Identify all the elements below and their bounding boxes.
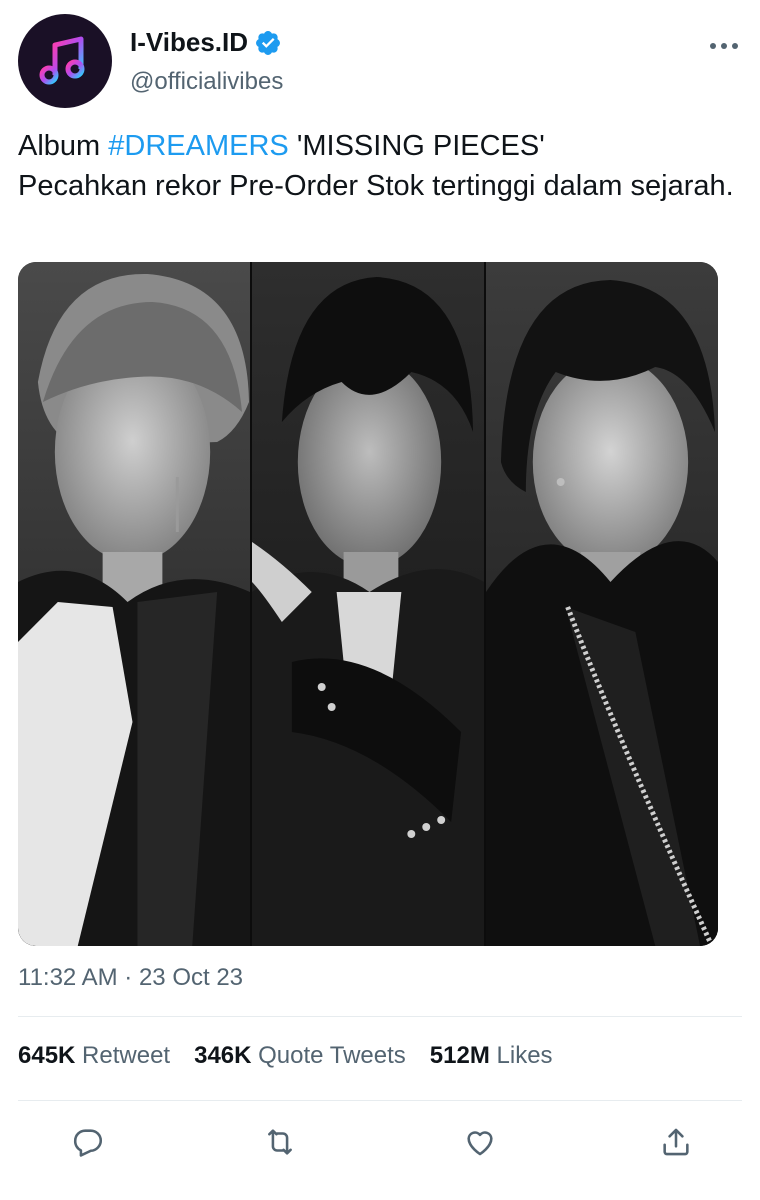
like-icon [467, 1131, 493, 1156]
more-options-button[interactable] [702, 28, 746, 64]
reply-icon [73, 1129, 103, 1157]
engagement-stats: 645K Retweet 346K Quote Tweets 512M Like… [18, 1042, 553, 1070]
share-icon [663, 1128, 689, 1156]
stat-quote-tweets[interactable]: 346K Quote Tweets [194, 1042, 406, 1070]
tweet-text-prefix: Album [18, 130, 109, 162]
handle[interactable]: @officialivibes [130, 68, 283, 96]
stat-label: Quote Tweets [258, 1042, 406, 1069]
stat-label: Retweet [82, 1042, 171, 1069]
portrait-panel-1 [18, 262, 252, 946]
portrait-panel-2 [252, 262, 486, 946]
stat-retweets[interactable]: 645K Retweet [18, 1042, 170, 1070]
share-button[interactable] [658, 1124, 694, 1160]
hashtag-link[interactable]: #DREAMERS [108, 130, 289, 162]
tweet-text: Album #DREAMERS 'MISSING PIECES' Pecahka… [18, 126, 753, 206]
divider-top [18, 1016, 742, 1017]
stat-count: 512M [429, 1042, 490, 1069]
tweet-timestamp[interactable]: 11:32 AM · 23 Oct 23 [18, 964, 243, 992]
display-name[interactable]: I-Vibes.ID [130, 27, 282, 58]
like-button[interactable] [462, 1124, 498, 1160]
retweet-icon [268, 1129, 292, 1155]
stat-label: Likes [496, 1042, 553, 1069]
verified-badge-icon [256, 30, 280, 55]
tweet-image[interactable] [18, 262, 718, 946]
display-name-text: I-Vibes.ID [130, 27, 249, 57]
stat-count: 346K [194, 1042, 252, 1069]
portrait-panel-3 [486, 262, 718, 946]
stat-likes[interactable]: 512M Likes [430, 1042, 553, 1070]
more-icon [710, 43, 738, 49]
tweet-text-title: 'MISSING PIECES' [288, 130, 545, 162]
divider-bottom [18, 1100, 742, 1101]
stat-count: 645K [18, 1042, 76, 1069]
tweet-text-body: Pecahkan rekor Pre-Order Stok tertinggi … [18, 170, 734, 202]
music-note-icon [39, 36, 85, 85]
action-bar [18, 1106, 742, 1176]
reply-button[interactable] [70, 1124, 106, 1160]
retweet-button[interactable] [262, 1124, 298, 1160]
avatar[interactable] [18, 14, 112, 108]
